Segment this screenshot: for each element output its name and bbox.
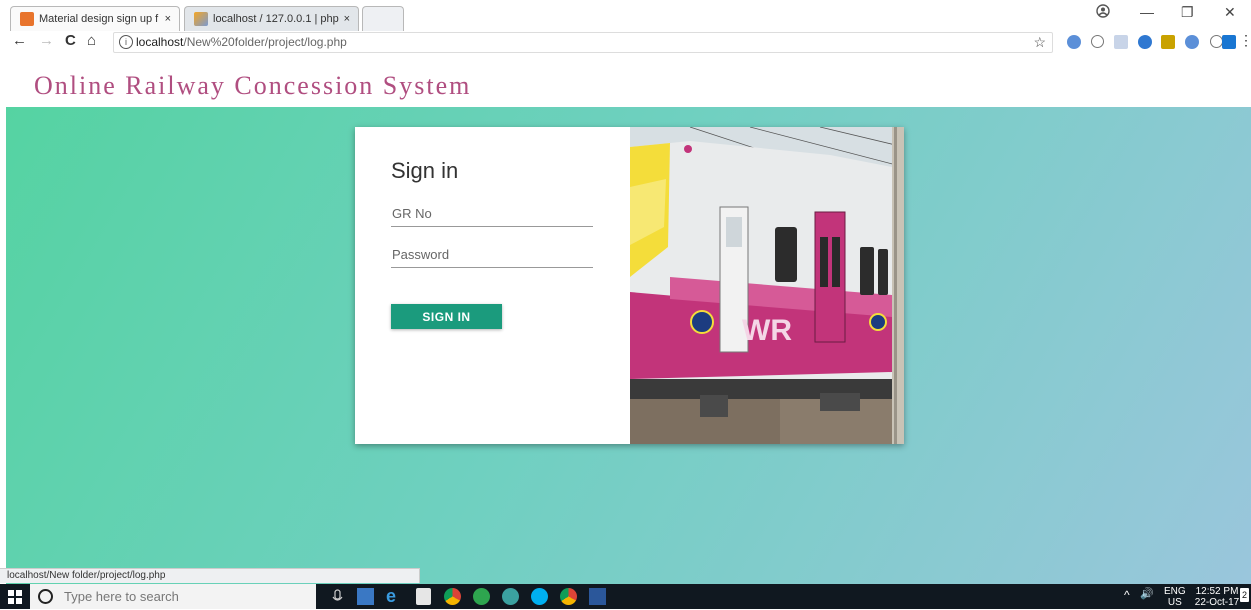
minimize-button[interactable]: —	[1140, 4, 1154, 20]
bookmark-star-icon[interactable]: ☆	[1033, 33, 1046, 52]
home-icon[interactable]: ⌂	[87, 32, 96, 49]
tab-close-icon[interactable]: ×	[165, 7, 171, 31]
forward-arrow-icon[interactable]: →	[39, 32, 54, 49]
train-logo-text: WR	[742, 314, 792, 347]
signin-heading: Sign in	[391, 158, 459, 183]
back-arrow-icon[interactable]: ←	[12, 32, 27, 49]
taskbar-search[interactable]: Type here to search	[30, 584, 316, 609]
tab-material-design[interactable]: Material design sign up f ×	[10, 6, 180, 31]
word-icon[interactable]	[589, 588, 606, 605]
extension-icon[interactable]	[1185, 35, 1199, 49]
extension-icon[interactable]	[1114, 35, 1128, 49]
phpmyadmin-favicon-icon	[194, 12, 208, 26]
url-host: localhost	[136, 35, 184, 49]
tab-close-icon[interactable]: ×	[344, 7, 350, 31]
clock-time: 12:52 PM	[1195, 586, 1239, 597]
restore-button[interactable]: ❐	[1181, 4, 1194, 21]
language-indicator[interactable]: ENG US	[1164, 586, 1186, 608]
extension-icon[interactable]	[1091, 35, 1104, 48]
action-center-icon[interactable]: 2	[1240, 588, 1249, 602]
hero-section: Sign in SIGN IN	[6, 107, 1251, 584]
train-photo: WR	[630, 127, 904, 444]
tab-title: Material design sign up f	[39, 13, 159, 25]
microphone-icon[interactable]	[329, 588, 346, 605]
new-tab-button[interactable]	[362, 6, 404, 31]
orange-favicon-icon	[20, 12, 34, 26]
app-icon[interactable]	[473, 588, 490, 605]
extension-icon[interactable]	[1067, 35, 1081, 49]
site-title: Online Railway Concession System	[34, 71, 472, 100]
chrome-icon[interactable]	[560, 588, 577, 605]
windows-start-icon[interactable]	[8, 590, 22, 604]
extension-icon[interactable]	[1161, 35, 1175, 49]
info-icon[interactable]: i	[119, 35, 133, 49]
volume-icon[interactable]: 🔊	[1140, 589, 1154, 600]
gr-no-input[interactable]	[391, 201, 593, 227]
windows-taskbar: Type here to search e ^ 🔊 ENG US 12:52 P…	[0, 584, 1251, 609]
region-label: US	[1167, 597, 1182, 608]
signin-button[interactable]: SIGN IN	[391, 304, 502, 329]
skype-icon[interactable]	[531, 588, 548, 605]
page-header: Online Railway Concession System	[0, 55, 1251, 107]
notification-count: 2	[1241, 590, 1247, 600]
url-path: /New%20folder/project/log.php	[183, 35, 347, 49]
profile-icon[interactable]	[1096, 4, 1110, 21]
search-placeholder: Type here to search	[64, 589, 179, 604]
sync-extension-icon[interactable]	[1138, 35, 1152, 49]
menu-icon[interactable]: ⋮	[1239, 32, 1251, 49]
file-explorer-icon[interactable]	[357, 588, 374, 605]
tray-chevron-icon[interactable]: ^	[1124, 589, 1130, 601]
tab-title: localhost / 127.0.0.1 | php	[213, 13, 339, 25]
browser-tab-strip: Material design sign up f × localhost / …	[0, 0, 1251, 32]
address-bar[interactable]: i localhost/New%20folder/project/log.php…	[113, 32, 1053, 53]
edge-icon[interactable]: e	[386, 587, 403, 605]
close-window-button[interactable]: ✕	[1224, 4, 1236, 21]
reload-icon[interactable]: C	[65, 32, 76, 49]
language-label: ENG	[1164, 586, 1186, 597]
browser-toolbar: ← → C ⌂ i localhost/New%20folder/project…	[0, 31, 1251, 55]
cortana-icon	[38, 589, 53, 604]
password-input[interactable]	[391, 242, 593, 268]
chrome-icon[interactable]	[444, 588, 461, 605]
clock-date: 22-Oct-17	[1194, 597, 1240, 608]
clock[interactable]: 12:52 PM 22-Oct-17	[1194, 586, 1240, 608]
signin-form: Sign in SIGN IN	[355, 127, 630, 444]
browser-status-url: localhost/New folder/project/log.php	[0, 568, 420, 583]
store-icon[interactable]	[416, 588, 431, 605]
login-card: Sign in SIGN IN	[355, 127, 904, 444]
tab-phpmyadmin[interactable]: localhost / 127.0.0.1 | php ×	[184, 6, 359, 31]
search-extension-icon[interactable]	[1222, 35, 1236, 49]
utorrent-icon[interactable]	[502, 588, 519, 605]
